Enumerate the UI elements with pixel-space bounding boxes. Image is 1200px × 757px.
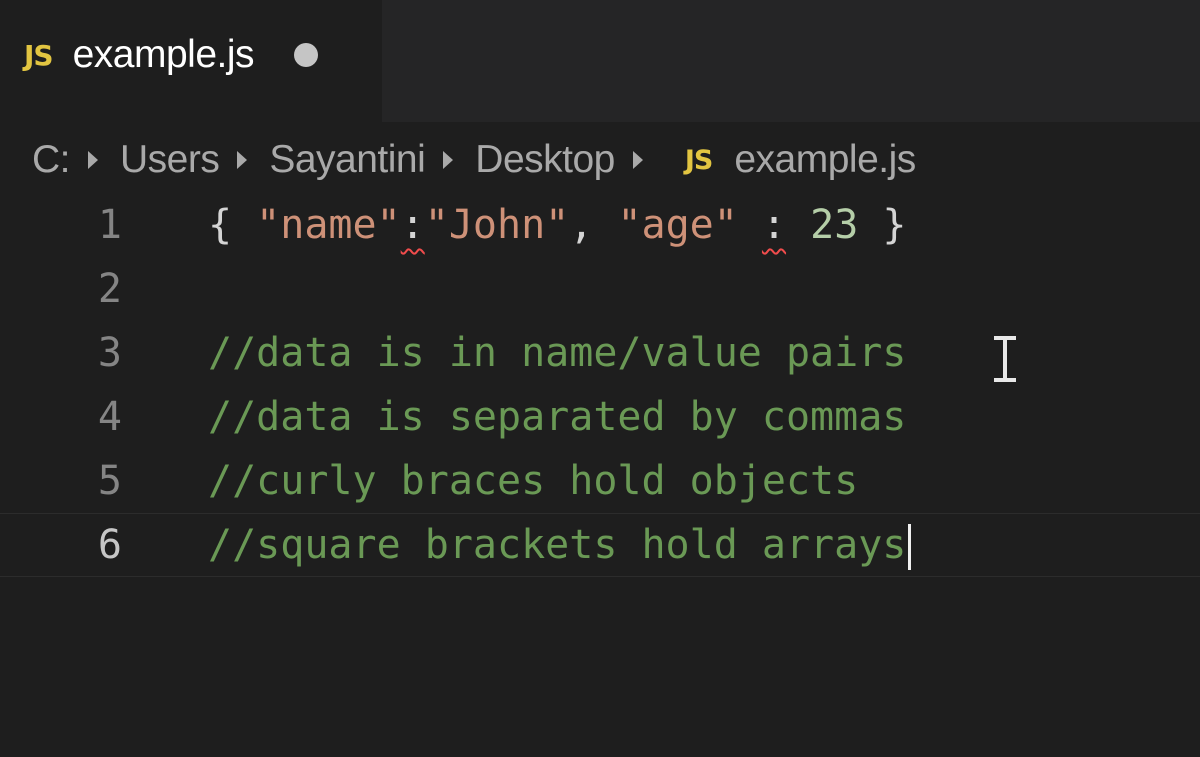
code-token: }: [858, 202, 907, 248]
syntax-error-token: :: [761, 202, 787, 248]
code-token: //square brackets hold arrays: [208, 522, 907, 568]
tab-title: example.js: [72, 33, 255, 76]
line-content: { "name":"John", "age" : 23 }: [208, 193, 906, 257]
code-editor[interactable]: 1{ "name":"John", "age" : 23 } 2 3//data i…: [0, 193, 1200, 757]
code-line-2[interactable]: 2: [0, 257, 1200, 321]
tab-example-js[interactable]: JS example.js: [0, 0, 382, 122]
line-content: //square brackets hold arrays: [208, 514, 912, 576]
breadcrumb-item-file[interactable]: example.js: [734, 138, 916, 182]
code-line-3[interactable]: 3 //data is in name/value pairs: [0, 321, 1200, 385]
line-number: 5: [97, 458, 122, 504]
code-line-1[interactable]: 1{ "name":"John", "age" : 23 }: [0, 193, 1200, 257]
chevron-right-icon: [632, 151, 643, 169]
line-number: 1: [97, 202, 122, 248]
code-token: "John": [424, 202, 570, 248]
line-number: 2: [97, 266, 122, 312]
code-line-5[interactable]: 5 //curly braces hold objects: [0, 449, 1200, 513]
code-token: 23: [810, 202, 859, 248]
line-content: //curly braces hold objects: [208, 449, 858, 513]
line-number: 3: [97, 330, 122, 376]
line-number: 6: [97, 522, 122, 568]
chevron-right-icon: [443, 151, 454, 169]
code-token: //data is in name/value pairs: [208, 330, 907, 376]
breadcrumb: C: Users Sayantini Desktop JS example.js: [32, 136, 916, 184]
unsaved-dot-icon[interactable]: [294, 43, 319, 67]
breadcrumb-item-desktop[interactable]: Desktop: [475, 138, 615, 182]
code-token: //curly braces hold objects: [208, 458, 859, 504]
code-token: //data is separated by commas: [208, 394, 907, 440]
code-token: "name": [256, 202, 401, 248]
line-content: //data is separated by commas: [208, 385, 906, 449]
tab-bar: JS example.js: [0, 0, 1200, 122]
chevron-right-icon: [237, 151, 248, 169]
breadcrumb-item-drive[interactable]: C:: [32, 138, 71, 182]
syntax-error-token: :: [400, 202, 425, 248]
line-content: //data is in name/value pairs: [208, 321, 906, 385]
javascript-file-icon: JS: [24, 38, 54, 72]
text-caret: [908, 524, 912, 570]
code-token: {: [208, 202, 257, 248]
javascript-file-icon: JS: [684, 144, 713, 176]
chevron-right-icon: [88, 151, 98, 169]
code-line-6[interactable]: 6 //square brackets hold arrays: [0, 513, 1200, 577]
code-token: ,: [569, 202, 618, 248]
breadcrumb-item-users[interactable]: Users: [120, 138, 220, 182]
breadcrumb-item-sayantini[interactable]: Sayantini: [269, 138, 425, 182]
text-ibeam-cursor-icon: [992, 336, 1018, 382]
code-token: "age": [617, 202, 738, 248]
code-line-4[interactable]: 4 //data is separated by commas: [0, 385, 1200, 449]
line-number: 4: [97, 394, 122, 440]
